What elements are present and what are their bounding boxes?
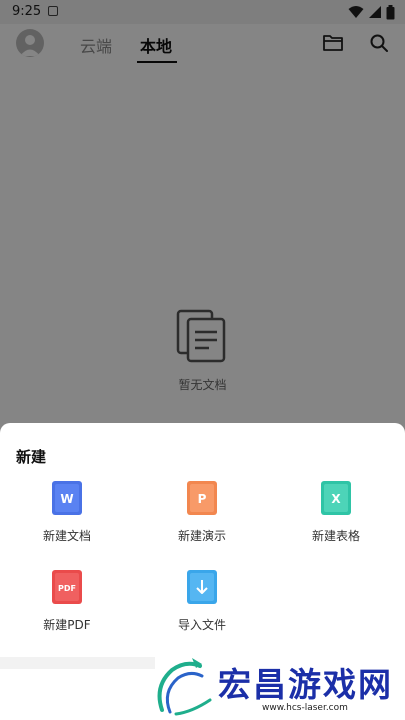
new-document-button[interactable]: W 新建文档 <box>0 480 134 550</box>
import-file-button[interactable]: 导入文件 <box>135 569 269 639</box>
new-pdf-button[interactable]: PDF 新建PDF <box>0 569 134 639</box>
watermark: 宏昌游戏网 www.hcs-laser.com <box>152 652 405 720</box>
sheet-title: 新建 <box>16 448 47 466</box>
new-presentation-label: 新建演示 <box>177 529 226 543</box>
import-file-icon <box>187 570 217 604</box>
svg-text:X: X <box>331 492 341 506</box>
excel-doc-icon: X <box>321 481 351 515</box>
svg-text:PDF: PDF <box>58 584 76 593</box>
pdf-doc-icon: PDF <box>52 570 82 604</box>
ppt-doc-icon: P <box>187 481 217 515</box>
new-spreadsheet-label: 新建表格 <box>311 529 360 543</box>
new-document-label: 新建文档 <box>42 529 91 543</box>
new-spreadsheet-button[interactable]: X 新建表格 <box>269 480 403 550</box>
svg-text:P: P <box>198 492 207 506</box>
dragon-logo-icon <box>157 658 212 716</box>
sheet-footer-strip <box>0 657 155 669</box>
new-presentation-button[interactable]: P 新建演示 <box>135 480 269 550</box>
import-file-label: 导入文件 <box>177 618 226 632</box>
svg-text:W: W <box>60 492 73 506</box>
new-pdf-label: 新建PDF <box>43 618 91 632</box>
watermark-brand: 宏昌游戏网 <box>218 665 393 704</box>
word-doc-icon: W <box>52 481 82 515</box>
watermark-url: www.hcs-laser.com <box>262 703 348 713</box>
